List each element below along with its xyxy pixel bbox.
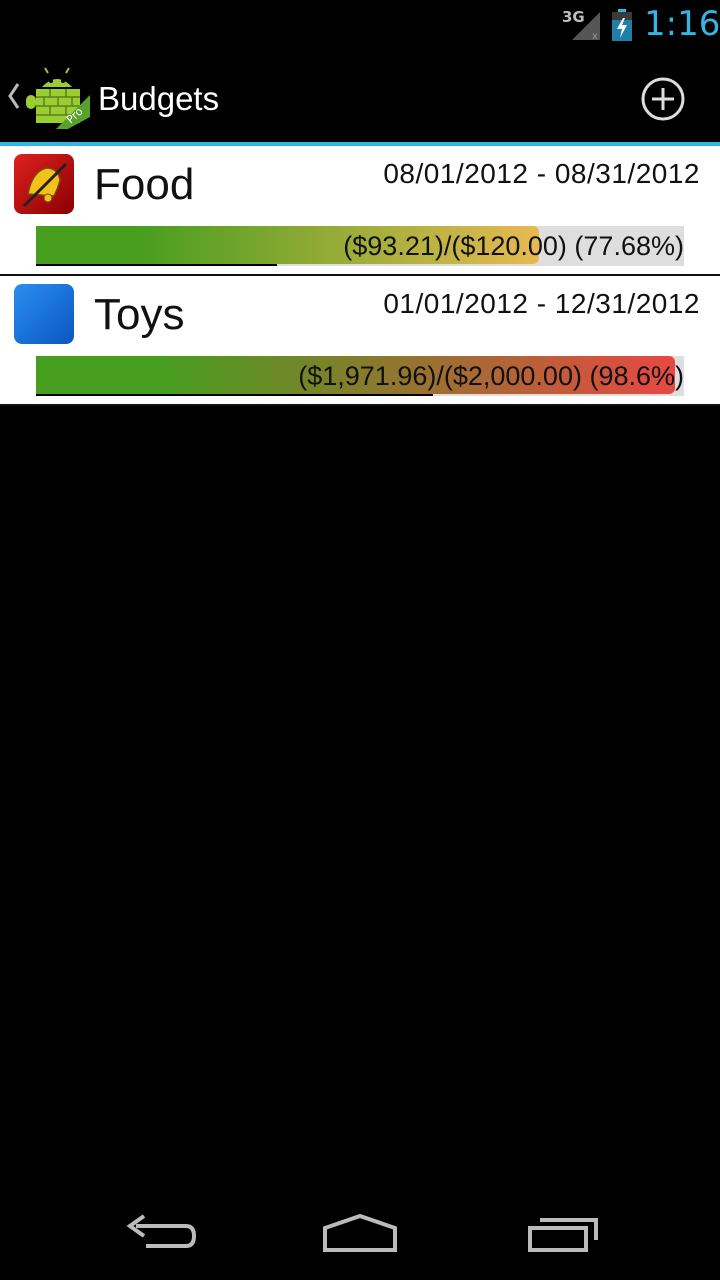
budget-name: Toys <box>94 290 185 339</box>
progress-text: ($1,971.96)/($2,000.00) (98.6%) <box>298 361 684 391</box>
home-icon <box>323 1213 397 1252</box>
battery-charging-icon <box>612 9 632 41</box>
navigation-bar <box>0 1186 720 1280</box>
budget-item-toys[interactable]: Toys 01/01/2012 - 12/31/2012 ($1,971.96)… <box>0 276 720 406</box>
home-button[interactable] <box>315 1208 405 1258</box>
back-button[interactable] <box>116 1208 206 1258</box>
progress-text: ($93.21)/($120.00) (77.68%) <box>343 231 684 261</box>
back-caret-icon[interactable] <box>6 82 20 115</box>
budget-date-range: 08/01/2012 - 08/31/2012 <box>383 158 700 189</box>
clock: 1:16 <box>644 4 720 44</box>
svg-text:x: x <box>592 31 598 42</box>
recent-apps-button[interactable] <box>518 1208 608 1258</box>
page-title: Budgets <box>98 80 220 117</box>
add-circle-icon <box>641 77 685 121</box>
action-bar: Pro Budgets <box>0 50 720 142</box>
app-logo[interactable]: Pro <box>24 65 90 129</box>
budget-list: Food 08/01/2012 - 08/31/2012 ($93.21)/($… <box>0 146 720 406</box>
budget-date-range: 01/01/2012 - 12/31/2012 <box>383 288 700 319</box>
status-bar: 3G x 1:16 <box>0 0 720 50</box>
recent-apps-icon <box>528 1218 598 1252</box>
budget-progress-bar: ($1,971.96)/($2,000.00) (98.6%) <box>36 356 684 396</box>
budget-name: Food <box>94 160 195 209</box>
bell-icon <box>14 154 74 214</box>
progress-underline <box>36 264 277 266</box>
budget-item-food[interactable]: Food 08/01/2012 - 08/31/2012 ($93.21)/($… <box>0 146 720 276</box>
add-budget-button[interactable] <box>640 76 686 122</box>
budget-progress-bar: ($93.21)/($120.00) (77.68%) <box>36 226 684 266</box>
network-signal-icon: 3G x <box>562 6 602 42</box>
blue-square-icon <box>14 284 74 344</box>
back-arrow-icon <box>126 1214 197 1248</box>
